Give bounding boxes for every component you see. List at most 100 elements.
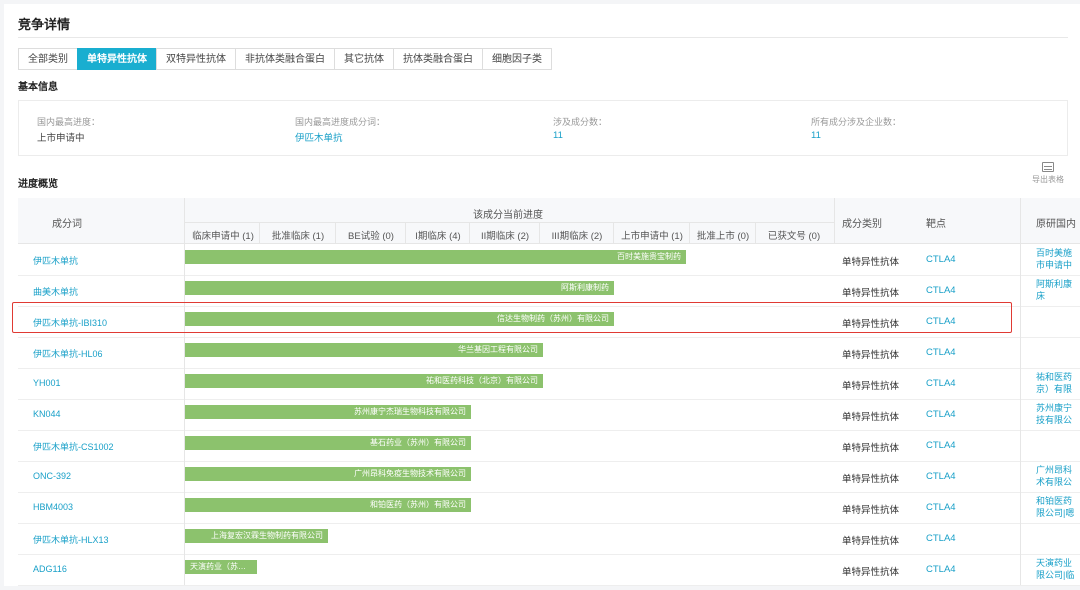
stage-header-3: I期临床 (4) xyxy=(415,231,461,242)
progress-bar[interactable]: 阿斯利康制药 xyxy=(185,281,614,295)
component-link[interactable]: 伊匹木单抗-HL06 xyxy=(33,347,103,360)
row-divider xyxy=(184,399,185,430)
table-row: 伊匹木单抗-HLX13 上海复宏汉霖生物制药有限公司 单特异性抗体 CTLA4 xyxy=(18,523,1080,555)
progress-bar[interactable]: 和铂医药（苏州）有限公司 xyxy=(185,498,471,512)
row-divider xyxy=(1020,492,1021,523)
stage-header-6: 上市申请中 (1) xyxy=(621,231,683,242)
component-count-link[interactable]: 11 xyxy=(553,130,563,141)
progress-table: 成分词 该成分当前进度 成分类别 靶点 原研国内 临床申请中 (1) 批准临床 (… xyxy=(18,198,1080,590)
company-count-link[interactable]: 11 xyxy=(811,130,821,141)
highest-component-link[interactable]: 伊匹木单抗 xyxy=(295,130,343,144)
tab-3[interactable]: 非抗体类融合蛋白 xyxy=(235,48,335,70)
row-divider xyxy=(184,368,185,399)
row-divider xyxy=(1020,554,1021,585)
category-cell: 单特异性抗体 xyxy=(842,412,900,423)
target-link[interactable]: CTLA4 xyxy=(926,254,956,265)
tab-5[interactable]: 抗体类融合蛋白 xyxy=(393,48,483,70)
component-link[interactable]: 伊匹木单抗 xyxy=(33,254,78,267)
origin-company-link[interactable]: 百时美施 市申请中 xyxy=(1036,247,1080,271)
basic-info-box: 国内最高进度： 上市申请中 国内最高进度成分词： 伊匹木单抗 涉及成分数： 11… xyxy=(18,100,1068,156)
table-export-icon xyxy=(1042,162,1054,172)
target-link[interactable]: CTLA4 xyxy=(926,347,956,358)
row-divider xyxy=(1020,244,1021,275)
target-link[interactable]: CTLA4 xyxy=(926,409,956,420)
table-row: 伊匹木单抗 百时美施贵宝制药 单特异性抗体 CTLA4 百时美施 市申请中 xyxy=(18,244,1080,276)
origin-line: 市申请中 xyxy=(1036,260,1073,270)
col-header-stage-group: 该成分当前进度 xyxy=(473,210,543,221)
row-divider xyxy=(184,430,185,461)
origin-company-link[interactable]: 苏州康宁 技有限公 xyxy=(1036,402,1080,426)
progress-bar[interactable]: 苏州康宁杰瑞生物科技有限公司 xyxy=(185,405,471,419)
component-link[interactable]: YH001 xyxy=(33,378,61,388)
row-divider xyxy=(184,523,185,554)
component-count-label: 涉及成分数： xyxy=(553,117,608,127)
component-link[interactable]: HBM4003 xyxy=(33,502,73,512)
row-divider xyxy=(1020,337,1021,368)
origin-company-link[interactable]: 和铂医药 限公司|嗯 xyxy=(1036,495,1080,519)
header-divider xyxy=(1020,198,1021,243)
origin-line: 百时美施 xyxy=(1036,248,1073,258)
progress-bar[interactable]: 祐和医药科技（北京）有限公司 xyxy=(185,374,543,388)
row-divider xyxy=(1020,399,1021,430)
row-divider xyxy=(184,492,185,523)
tab-6[interactable]: 细胞因子类 xyxy=(482,48,552,70)
row-highlight-box xyxy=(12,302,1012,333)
table-row: HBM4003 和铂医药（苏州）有限公司单特异性抗体 CTLA4 和铂医药 限公司|嗯 xyxy=(18,492,1080,524)
row-divider xyxy=(184,554,185,585)
title-divider xyxy=(18,37,1068,38)
table-row: KN044 苏州康宁杰瑞生物科技有限公司单特异性抗体 CTLA4 苏州康宁 技有限公 xyxy=(18,399,1080,431)
progress-bar[interactable]: 上海复宏汉霖生物制药有限公司 xyxy=(185,529,328,543)
row-divider xyxy=(1020,523,1021,554)
target-link[interactable]: CTLA4 xyxy=(926,471,956,482)
header-divider xyxy=(834,198,835,243)
tab-2[interactable]: 双特异性抗体 xyxy=(156,48,236,70)
col-header-category: 成分类别 xyxy=(842,219,882,230)
target-link[interactable]: CTLA4 xyxy=(926,378,956,389)
table-row: 伊匹木单抗-HL06 华兰基因工程有限公司 单特异性抗体 CTLA4 xyxy=(18,337,1080,369)
progress-bar[interactable]: 天演药业（苏… xyxy=(185,560,257,574)
origin-line: 苏州康宁 xyxy=(1036,403,1073,413)
category-cell: 单特异性抗体 xyxy=(842,443,900,454)
category-cell: 单特异性抗体 xyxy=(842,288,900,299)
highest-component-label: 国内最高进度成分词： xyxy=(295,117,386,127)
row-divider xyxy=(184,244,185,275)
target-link[interactable]: CTLA4 xyxy=(926,502,956,513)
stage-header-8: 已获文号 (0) xyxy=(767,231,821,242)
company-count-label: 所有成分涉及企业数： xyxy=(811,117,902,127)
component-link[interactable]: 伊匹木单抗-HLX13 xyxy=(33,533,109,546)
tab-1[interactable]: 单特异性抗体 xyxy=(77,48,157,70)
export-table-label: 导出表格 xyxy=(1032,175,1064,184)
component-link[interactable]: KN044 xyxy=(33,409,61,419)
component-link[interactable]: 曲美木单抗 xyxy=(33,285,78,298)
highest-stage-label: 国内最高进度： xyxy=(37,117,101,127)
origin-company-link[interactable]: 广州昂科 术有限公 xyxy=(1036,464,1080,488)
category-cell: 单特异性抗体 xyxy=(842,505,900,516)
progress-bar[interactable]: 基石药业（苏州）有限公司 xyxy=(185,436,471,450)
target-link[interactable]: CTLA4 xyxy=(926,564,956,575)
component-link[interactable]: ONC-392 xyxy=(33,471,71,481)
origin-company-link[interactable]: 天演药业 限公司|临 xyxy=(1036,557,1080,581)
target-link[interactable]: CTLA4 xyxy=(926,440,956,451)
component-link[interactable]: ADG116 xyxy=(33,564,67,574)
export-table-button[interactable]: 导出表格 xyxy=(1028,162,1068,185)
target-link[interactable]: CTLA4 xyxy=(926,533,956,544)
progress-bar[interactable]: 百时美施贵宝制药 xyxy=(185,250,686,264)
stage-header-2: BE试验 (0) xyxy=(348,231,394,242)
origin-company-link[interactable]: 祐和医药京）有限 xyxy=(1036,371,1080,395)
origin-line: 京）有限 xyxy=(1036,384,1073,394)
table-row: ONC-392 广州昂科免疫生物技术有限公司单特异性抗体 CTLA4 广州昂科 术有限公 xyxy=(18,461,1080,493)
target-link[interactable]: CTLA4 xyxy=(926,285,956,296)
category-cell: 单特异性抗体 xyxy=(842,474,900,485)
origin-line: 祐和医药 xyxy=(1036,372,1073,382)
col-header-target: 靶点 xyxy=(926,219,946,230)
category-cell: 单特异性抗体 xyxy=(842,381,900,392)
origin-line: 和铂医药 xyxy=(1036,496,1073,506)
progress-bar[interactable]: 广州昂科免疫生物技术有限公司 xyxy=(185,467,471,481)
origin-company-link[interactable]: 阿斯利康床 xyxy=(1036,278,1080,302)
progress-bar[interactable]: 华兰基因工程有限公司 xyxy=(185,343,543,357)
component-link[interactable]: 伊匹木单抗-CS1002 xyxy=(33,440,114,453)
stage-header-7: 批准上市 (0) xyxy=(696,231,750,242)
tab-4[interactable]: 其它抗体 xyxy=(334,48,394,70)
tab-0[interactable]: 全部类别 xyxy=(18,48,78,70)
table-row: ADG116 天演药业（苏… 单特异性抗体 CTLA4 天演药业 限公司|临 xyxy=(18,554,1080,586)
